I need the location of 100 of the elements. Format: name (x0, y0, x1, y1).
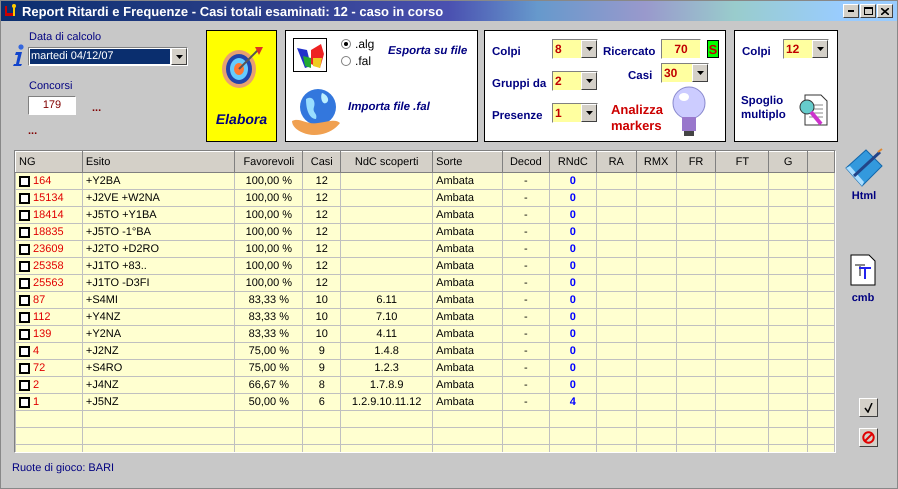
table-cell: Ambata (432, 308, 502, 326)
column-header[interactable]: Casi (302, 152, 341, 172)
table-cell: 50,00 % (234, 394, 303, 410)
table-cell: +J5NZ (82, 394, 235, 410)
table-cell: 15134 (16, 190, 82, 206)
minimize-icon (848, 10, 854, 12)
table-cell: Ambata (432, 172, 502, 190)
table-cell: 12 (302, 258, 341, 274)
table-cell: +J1TO -D3FI (82, 274, 235, 292)
caret-icon (586, 111, 592, 115)
table-cell: 0 (549, 376, 596, 394)
table-cell: 12 (302, 274, 341, 292)
column-header[interactable]: RMX (636, 152, 676, 172)
row-checkbox[interactable] (19, 210, 30, 220)
dropdown[interactable]: 1 (552, 103, 598, 123)
export-link[interactable]: Esporta su file (388, 45, 468, 57)
date-dropdown[interactable]: martedi 04/12/07 (28, 47, 188, 66)
caret-icon (586, 47, 592, 51)
dropdown[interactable]: 8 (552, 39, 598, 59)
table-cell: +J2VE +W2NA (82, 190, 235, 206)
format-radio[interactable]: .alg (341, 37, 374, 51)
table-cell: 112 (16, 308, 82, 326)
elabora-button[interactable]: Elabora (206, 30, 277, 142)
table-cell: 75,00 % (234, 360, 303, 376)
table-cell: - (502, 326, 550, 342)
column-header[interactable]: FR (676, 152, 716, 172)
table-cell: Ambata (432, 394, 502, 410)
caret-icon (816, 47, 824, 51)
table-cell: 12 (302, 224, 341, 240)
cancel-button[interactable] (859, 428, 878, 447)
html-export-button[interactable]: Html (842, 146, 886, 202)
column-header[interactable]: RA (596, 152, 636, 172)
column-header[interactable]: NdC scoperti (340, 152, 433, 172)
table-cell: 4 (549, 394, 596, 410)
table-cell: 0 (549, 258, 596, 274)
status-text: Ruote di gioco: BARI (12, 462, 114, 474)
table-cell: 2 (16, 376, 82, 394)
table-cell: 1 (16, 394, 82, 410)
table-cell: +J4NZ (82, 376, 235, 394)
row-checkbox[interactable] (19, 192, 30, 204)
row-checkbox[interactable] (19, 294, 30, 306)
column-header[interactable]: FT (716, 152, 769, 172)
column-header[interactable]: Favorevoli (234, 152, 303, 172)
dropdown[interactable]: 2 (552, 71, 598, 91)
caret-icon (696, 71, 704, 75)
import-link[interactable]: Importa file .fal (348, 101, 430, 113)
column-header[interactable]: Esito (82, 152, 235, 172)
table-cell: +Y2NA (82, 326, 235, 342)
column-header[interactable]: Decod (502, 152, 550, 172)
table-cell: 12 (302, 206, 341, 224)
row-checkbox[interactable] (19, 278, 30, 288)
close-button[interactable] (877, 4, 893, 18)
row-checkbox[interactable] (19, 226, 30, 238)
concorsi-field[interactable]: 179 (28, 96, 76, 115)
dropdown[interactable]: 12 (783, 39, 829, 59)
format-radio[interactable]: .fal (341, 54, 372, 68)
table-cell: 83,33 % (234, 308, 303, 326)
row-checkbox[interactable] (19, 244, 30, 254)
field-label: Data di calcolo (29, 31, 102, 43)
maximize-button[interactable] (860, 4, 876, 18)
row-checkbox[interactable] (19, 346, 30, 356)
globe-hand-icon (290, 87, 342, 135)
checkmark-icon (864, 402, 873, 412)
table-cell: 87 (16, 292, 82, 308)
row-checkbox[interactable] (19, 260, 30, 272)
table-cell: 100,00 % (234, 258, 303, 274)
table-cell: 0 (549, 240, 596, 258)
table-cell: - (502, 224, 550, 240)
table-cell: 9 (302, 360, 341, 376)
field-label: Colpi (492, 46, 521, 58)
column-header[interactable]: NG (16, 152, 82, 172)
row-checkbox[interactable] (19, 312, 30, 322)
cmb-button[interactable]: cmb (850, 254, 876, 304)
column-header[interactable]: Sorte (432, 152, 502, 172)
ricercato-field[interactable]: 70 (661, 39, 701, 59)
table-cell: +J2TO +D2RO (82, 240, 235, 258)
table-cell: 0 (549, 274, 596, 292)
row-checkbox[interactable] (19, 396, 30, 408)
column-header[interactable]: G (768, 152, 808, 172)
minimize-button[interactable] (843, 4, 859, 18)
row-checkbox[interactable] (19, 362, 30, 374)
table-cell: 0 (549, 190, 596, 206)
spoglio-link[interactable]: Spoglio multiplo (741, 94, 796, 122)
table-cell: Ambata (432, 274, 502, 292)
row-checkbox[interactable] (19, 380, 30, 390)
check-all-button[interactable] (859, 398, 878, 417)
more-link[interactable]: ... (92, 102, 102, 114)
field-label: Casi (628, 70, 652, 82)
row-checkbox[interactable] (19, 328, 30, 340)
row-checkbox[interactable] (19, 176, 30, 186)
more-link[interactable]: ... (28, 125, 38, 137)
dropdown[interactable]: 30 (661, 63, 709, 83)
table-cell: 139 (16, 326, 82, 342)
table-cell: Ambata (432, 360, 502, 376)
close-icon (881, 8, 889, 14)
analizza-link[interactable]: Analizza markers (611, 102, 671, 134)
table-cell: 9 (302, 342, 341, 360)
table-cell: - (502, 240, 550, 258)
table-cell: 23609 (16, 240, 82, 258)
column-header[interactable]: RNdC (549, 152, 596, 172)
